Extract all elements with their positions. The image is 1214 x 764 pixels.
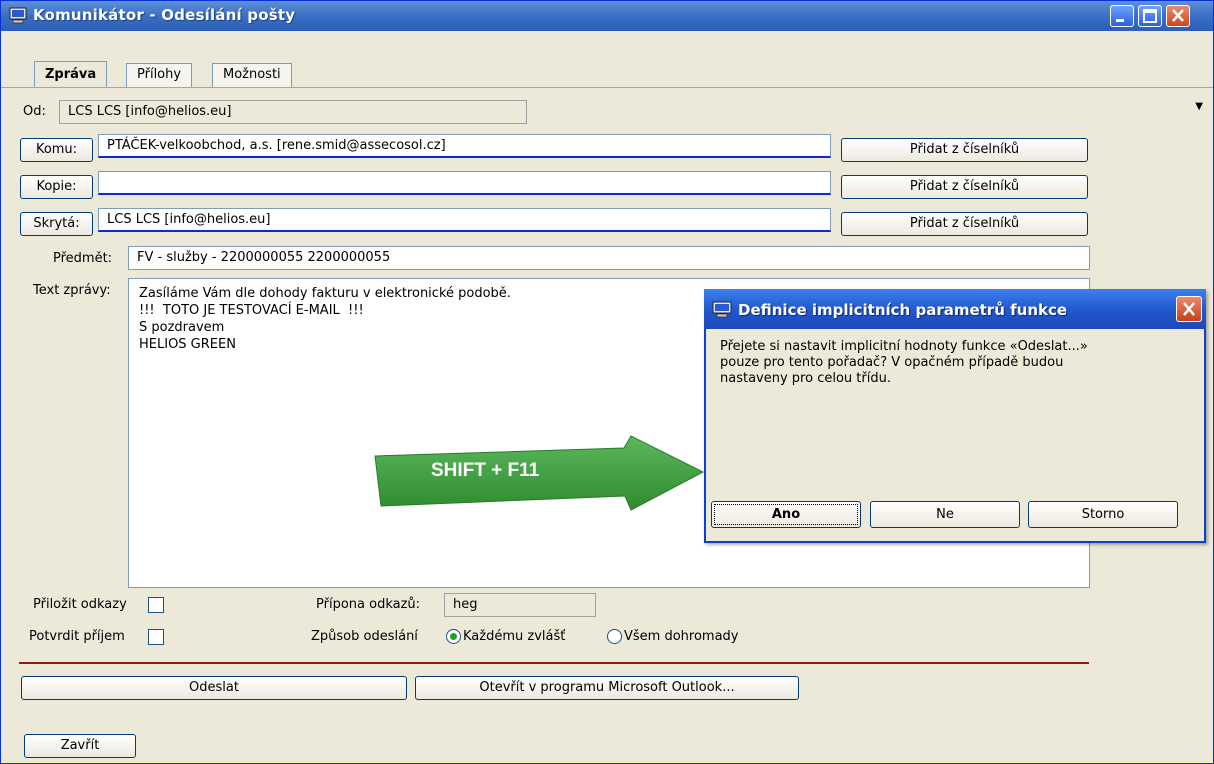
dialog-close-button[interactable] — [1176, 296, 1202, 322]
cancel-button[interactable]: Storno — [1028, 501, 1178, 528]
minimize-button[interactable] — [1110, 5, 1134, 27]
dialog-message-line: nastaveny pro celou třídu. — [720, 371, 891, 386]
tab-divider — [1, 87, 1213, 88]
prilozit-label: Přiložit odkazy — [33, 597, 127, 612]
komu-button[interactable]: Komu: — [20, 138, 93, 162]
predmet-input[interactable]: FV - služby - 2200000055 2200000055 — [128, 246, 1090, 270]
computer-icon — [712, 301, 732, 318]
predmet-label: Předmět: — [53, 251, 113, 266]
yes-button[interactable]: Ano — [711, 501, 861, 528]
skryta-input[interactable]: LCS LCS [info@helios.eu] — [98, 208, 831, 232]
shortcut-annotation: SHIFT + F11 — [369, 434, 709, 514]
maximize-button[interactable] — [1138, 5, 1162, 27]
close-icon — [1172, 9, 1184, 22]
radio-each-label[interactable]: Každému zvlášť — [463, 629, 565, 644]
potvrdit-label: Potvrdit příjem — [29, 629, 125, 644]
radio-all-label[interactable]: Všem dohromady — [624, 629, 739, 644]
radio-all[interactable] — [607, 629, 622, 644]
tab-prilohy[interactable]: Přílohy — [126, 63, 193, 87]
tab-moznosti[interactable]: Možnosti — [212, 63, 292, 87]
title-bar[interactable]: Komunikátor - Odesílání pošty — [1, 1, 1213, 31]
no-button[interactable]: Ne — [870, 501, 1020, 528]
kopie-add-button[interactable]: Přidat z číselníků — [841, 175, 1088, 199]
maximize-icon — [1143, 9, 1157, 23]
separator-line — [19, 662, 1089, 664]
open-outlook-button[interactable]: Otevřít v programu Microsoft Outlook... — [415, 676, 799, 700]
chevron-down-icon[interactable]: ▼ — [1195, 101, 1203, 112]
komu-input[interactable]: PTÁČEK-velkoobchod, a.s. [rene.smid@asse… — [98, 134, 831, 158]
mail-window: Komunikátor - Odesílání pošty Zpráva Pří… — [0, 0, 1214, 764]
kopie-button[interactable]: Kopie: — [20, 175, 93, 199]
dialog-message: Přejete si nastavit implicitní hodnoty f… — [720, 339, 1190, 387]
close-window-button[interactable] — [1166, 5, 1190, 27]
dialog-title-bar[interactable]: Definice implicitních parametrů funkce — [704, 289, 1206, 329]
dialog-message-line: Přejete si nastavit implicitní hodnoty f… — [720, 339, 1088, 354]
od-label: Od: — [23, 104, 46, 119]
pripona-field: heg — [444, 593, 596, 617]
skryta-add-button[interactable]: Přidat z číselníků — [841, 212, 1088, 236]
window-title: Komunikátor - Odesílání pošty — [33, 6, 296, 24]
prilozit-checkbox[interactable] — [148, 597, 164, 613]
potvrdit-checkbox[interactable] — [148, 629, 164, 645]
minimize-icon — [1116, 19, 1124, 22]
tab-bar: Zpráva Přílohy Možnosti ▼ — [1, 31, 1213, 112]
shortcut-text: SHIFT + F11 — [431, 460, 540, 481]
zpusob-label: Způsob odeslání — [311, 629, 418, 644]
computer-icon — [9, 7, 27, 24]
pripona-label: Přípona odkazů: — [316, 597, 421, 612]
dialog-title: Definice implicitních parametrů funkce — [738, 301, 1068, 319]
kopie-input[interactable] — [98, 171, 831, 195]
close-icon — [1183, 302, 1195, 316]
confirm-dialog: Definice implicitních parametrů funkce P… — [704, 289, 1206, 543]
skryta-button[interactable]: Skrytá: — [20, 212, 93, 236]
text-label: Text zprávy: — [33, 283, 111, 298]
komu-add-button[interactable]: Přidat z číselníků — [841, 138, 1088, 162]
send-button[interactable]: Odeslat — [21, 676, 407, 700]
radio-each[interactable] — [446, 629, 461, 644]
close-button[interactable]: Zavřít — [24, 734, 136, 758]
od-field: LCS LCS [info@helios.eu] — [59, 100, 527, 124]
dialog-message-line: pouze pro tento pořadač? V opačném přípa… — [720, 355, 1064, 370]
tab-zprava[interactable]: Zpráva — [34, 61, 108, 88]
